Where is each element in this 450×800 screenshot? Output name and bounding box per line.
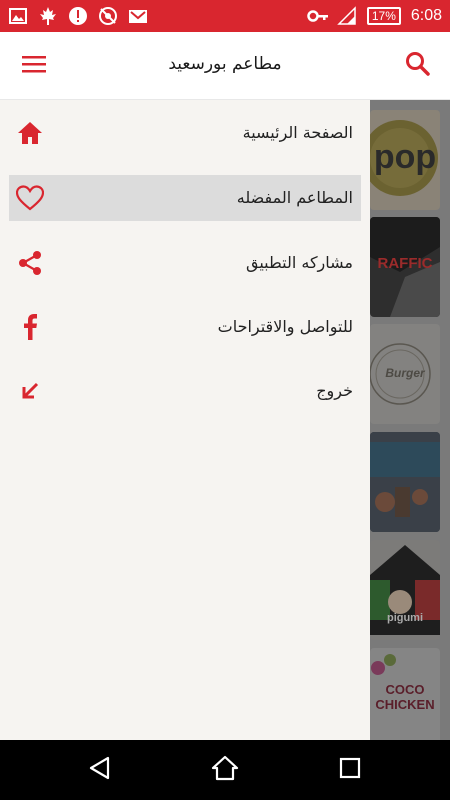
maple-leaf-icon	[38, 6, 58, 26]
restaurant-card[interactable]: pop	[370, 110, 440, 210]
drawer-item-exit[interactable]: خروج	[9, 368, 361, 414]
restaurant-name: pop	[373, 138, 437, 176]
restaurant-card[interactable]: pigumi	[370, 540, 440, 640]
restaurant-card[interactable]: RAFFIC	[370, 217, 440, 317]
alert-icon	[68, 6, 88, 26]
share-icon	[15, 249, 45, 277]
status-bar: 17% 6:08	[0, 0, 450, 32]
restaurant-card[interactable]: Burger	[370, 324, 440, 424]
signal-icon	[337, 6, 357, 26]
app-bar: مطاعم بورسعيد	[0, 32, 450, 100]
recents-button[interactable]	[335, 755, 365, 785]
home-nav-button[interactable]	[210, 755, 240, 785]
no-sync-icon	[98, 6, 118, 26]
drawer-item-favorites[interactable]: المطاعم المفضله	[9, 175, 361, 221]
navigation-drawer: الصفحة الرئيسية المطاعم المفضله مشاركه ا…	[0, 100, 370, 740]
facebook-icon	[15, 313, 45, 341]
restaurant-logo	[370, 545, 440, 635]
home-nav-icon	[211, 754, 239, 786]
restaurant-list: pop RAFFIC Burger pigumi COCO CHICKEN	[370, 100, 450, 740]
back-button[interactable]	[85, 755, 115, 785]
system-nav-bar	[0, 740, 450, 800]
search-icon	[405, 51, 431, 81]
recents-icon	[338, 756, 362, 784]
key-icon	[307, 6, 328, 26]
search-button[interactable]	[398, 46, 438, 86]
drawer-item-label: مشاركه التطبيق	[246, 253, 353, 272]
restaurant-name: Burger	[385, 366, 425, 380]
restaurant-card[interactable]: COCO CHICKEN	[370, 648, 440, 740]
gmail-icon	[128, 6, 148, 26]
back-icon	[87, 755, 113, 785]
heart-icon	[15, 184, 45, 212]
drawer-item-home[interactable]: الصفحة الرئيسية	[9, 110, 361, 156]
restaurant-photo	[370, 432, 440, 532]
image-icon	[8, 6, 28, 26]
app-title: مطاعم بورسعيد	[168, 54, 282, 74]
drawer-item-label: خروج	[316, 381, 353, 400]
restaurant-name: RAFFIC	[377, 255, 433, 272]
drawer-item-label: المطاعم المفضله	[236, 188, 353, 207]
status-notifications	[8, 5, 148, 27]
menu-button[interactable]	[14, 48, 54, 84]
drawer-item-share[interactable]: مشاركه التطبيق	[9, 240, 361, 286]
status-time: 6:08	[410, 7, 442, 24]
status-system: 17% 6:08	[307, 5, 442, 27]
drawer-item-label: الصفحة الرئيسية	[242, 123, 353, 142]
restaurant-name: pigumi	[386, 612, 424, 624]
drawer-item-contact[interactable]: للتواصل والاقتراحات	[9, 304, 361, 350]
hamburger-icon	[22, 54, 46, 78]
restaurant-name: COCO CHICKEN	[375, 682, 435, 712]
home-icon	[15, 119, 45, 147]
battery-icon: 17%	[366, 7, 401, 25]
restaurant-card[interactable]	[370, 432, 440, 532]
exit-arrow-icon	[15, 377, 45, 405]
drawer-item-label: للتواصل والاقتراحات	[217, 317, 353, 336]
